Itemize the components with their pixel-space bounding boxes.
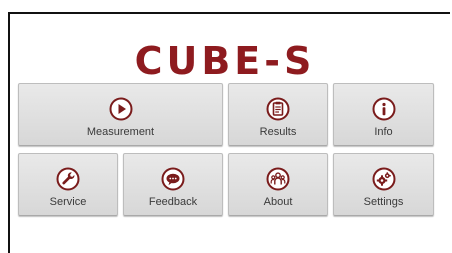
gears-icon xyxy=(372,167,396,191)
chat-bubble-icon xyxy=(161,167,185,191)
results-label: Results xyxy=(259,126,297,138)
people-icon xyxy=(266,167,290,191)
cube-s-logo: CUBE-S xyxy=(135,40,316,82)
measurement-button[interactable]: Measurement xyxy=(18,83,223,146)
feedback-button[interactable]: Feedback xyxy=(123,153,223,216)
results-button[interactable]: Results xyxy=(228,83,328,146)
feedback-label: Feedback xyxy=(148,196,198,208)
play-icon xyxy=(109,97,133,121)
measurement-label: Measurement xyxy=(86,126,155,138)
logo-text: CUBE-S xyxy=(135,40,316,82)
service-label: Service xyxy=(49,196,87,208)
settings-label: Settings xyxy=(363,196,404,208)
info-icon xyxy=(372,97,396,121)
info-label: Info xyxy=(374,126,393,138)
about-button[interactable]: About xyxy=(228,153,328,216)
wrench-icon xyxy=(56,167,80,191)
settings-button[interactable]: Settings xyxy=(333,153,434,216)
service-button[interactable]: Service xyxy=(18,153,118,216)
clipboard-icon xyxy=(266,97,290,121)
about-label: About xyxy=(263,196,293,208)
info-button[interactable]: Info xyxy=(333,83,434,146)
